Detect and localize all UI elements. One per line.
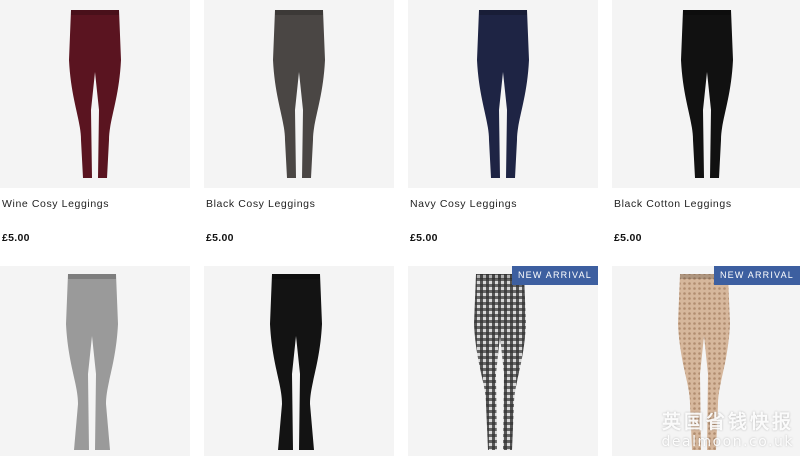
product-card[interactable]: Navy Cosy Leggings £5.00 (408, 0, 598, 250)
product-price: £5.00 (206, 232, 234, 244)
waistband (479, 10, 527, 15)
product-image[interactable] (612, 0, 800, 188)
product-card[interactable] (204, 266, 394, 456)
leggings-shape (477, 10, 529, 178)
leggings-shape (273, 10, 325, 178)
product-image[interactable] (0, 266, 190, 456)
leggings-image (270, 274, 322, 450)
product-price: £5.00 (614, 232, 642, 244)
watermark-cn-text: 英国省钱快报 (661, 411, 794, 433)
waistband (68, 274, 116, 279)
product-image[interactable] (0, 0, 190, 188)
product-card[interactable]: NEW ARRIVAL (408, 266, 598, 456)
watermark-logo: 英国省钱快报 dealmoon.co.uk (661, 407, 794, 450)
product-image[interactable] (408, 266, 598, 456)
product-name[interactable]: Black Cosy Leggings (206, 198, 315, 210)
leggings-image (477, 10, 529, 178)
product-name[interactable]: Black Cotton Leggings (614, 198, 732, 210)
waistband (275, 10, 323, 15)
product-image[interactable] (204, 0, 394, 188)
leggings-image (66, 274, 118, 450)
product-name[interactable]: Wine Cosy Leggings (2, 198, 109, 210)
watermark-en-text: dealmoon.co.uk (661, 434, 794, 450)
waistband (272, 274, 320, 279)
product-card[interactable]: Black Cotton Leggings £5.00 (612, 0, 800, 250)
product-image[interactable] (408, 0, 598, 188)
product-name[interactable]: Navy Cosy Leggings (410, 198, 517, 210)
leggings-shape (474, 274, 526, 450)
product-price: £5.00 (2, 232, 30, 244)
product-card[interactable]: Wine Cosy Leggings £5.00 (0, 0, 190, 250)
leggings-image (69, 10, 121, 178)
product-image[interactable] (204, 266, 394, 456)
waistband (683, 10, 731, 15)
waistband (71, 10, 119, 15)
leggings-shape (69, 10, 121, 178)
leggings-shape (270, 274, 322, 450)
new-arrival-badge: NEW ARRIVAL (713, 266, 800, 285)
leggings-image (681, 10, 733, 178)
new-arrival-badge: NEW ARRIVAL (511, 266, 598, 285)
leggings-image (273, 10, 325, 178)
leggings-shape (66, 274, 118, 450)
product-grid: Wine Cosy Leggings £5.00 Black Cosy Legg… (0, 0, 800, 456)
product-card[interactable] (0, 266, 190, 456)
leggings-image (474, 274, 526, 450)
product-card[interactable]: Black Cosy Leggings £5.00 (204, 0, 394, 250)
leggings-shape (681, 10, 733, 178)
product-price: £5.00 (410, 232, 438, 244)
